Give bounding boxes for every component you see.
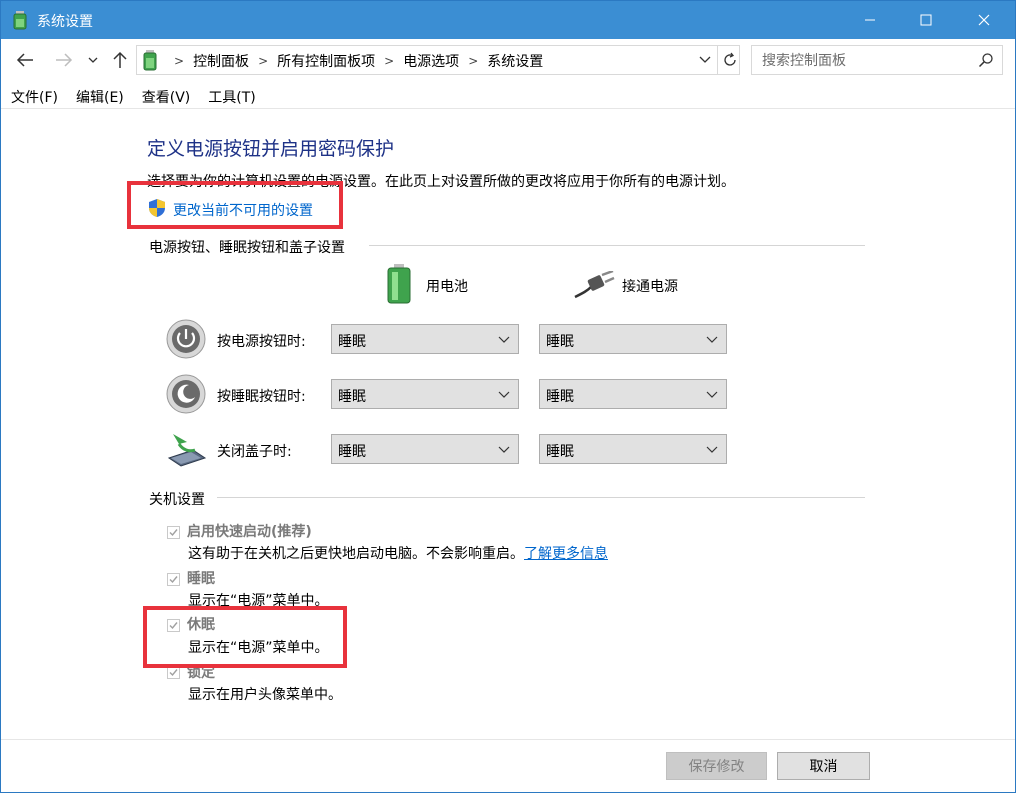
checkmark-icon	[169, 669, 178, 677]
select-value: 睡眠	[338, 444, 366, 460]
breadcrumb-item[interactable]: 电源选项	[403, 51, 459, 71]
back-button[interactable]	[14, 49, 36, 71]
lid-close-label: 关闭盖子时:	[217, 444, 292, 460]
close-icon	[978, 14, 990, 26]
maximize-icon	[920, 14, 932, 26]
chevron-down-icon	[498, 446, 510, 453]
select-value: 睡眠	[338, 334, 366, 350]
sleep-checkbox[interactable]	[167, 573, 180, 586]
menu-tools[interactable]: 工具(T)	[198, 83, 263, 108]
address-dropdown-button[interactable]	[695, 50, 715, 70]
breadcrumb-separator-icon[interactable]: >	[384, 54, 394, 68]
sleep-button-icon	[166, 374, 206, 414]
learn-more-link[interactable]: 了解更多信息	[524, 546, 608, 562]
navigation-bar: > 控制面板 > 所有控制面板项 > 电源选项 > 系统设置	[1, 39, 1015, 81]
sleep-button-battery-select[interactable]: 睡眠	[331, 379, 519, 409]
sleep-button-label: 按睡眠按钮时:	[217, 389, 306, 405]
page-title: 定义电源按钮并启用密码保护	[147, 138, 395, 160]
highlight-box	[127, 181, 343, 229]
forward-arrow-icon	[56, 53, 73, 67]
refresh-button[interactable]	[717, 46, 742, 74]
lid-close-ac-select[interactable]: 睡眠	[539, 434, 727, 464]
plug-icon	[574, 271, 615, 299]
close-button[interactable]	[961, 1, 1007, 39]
chevron-down-icon	[88, 57, 98, 63]
sleep-label: 睡眠	[187, 571, 215, 587]
address-bar[interactable]: > 控制面板 > 所有控制面板项 > 电源选项 > 系统设置	[136, 45, 740, 75]
control-panel-icon	[143, 50, 157, 71]
chevron-down-icon	[706, 391, 718, 398]
battery-column-header: 用电池	[426, 279, 468, 295]
chevron-down-icon	[498, 336, 510, 343]
refresh-icon	[724, 52, 736, 66]
minimize-button[interactable]	[847, 1, 893, 39]
minimize-icon	[865, 19, 875, 21]
back-arrow-icon	[16, 53, 33, 67]
maximize-button[interactable]	[903, 1, 949, 39]
checkmark-icon	[169, 576, 178, 584]
menu-view[interactable]: 查看(V)	[132, 83, 199, 108]
chevron-down-icon	[706, 336, 718, 343]
breadcrumb-item[interactable]: 系统设置	[487, 51, 543, 71]
select-value: 睡眠	[338, 389, 366, 405]
forward-button[interactable]	[53, 49, 75, 71]
power-button-battery-select[interactable]: 睡眠	[331, 324, 519, 354]
recent-locations-button[interactable]	[85, 49, 101, 71]
ac-column-header: 接通电源	[622, 279, 678, 295]
checkmark-icon	[169, 529, 178, 537]
select-value: 睡眠	[546, 444, 574, 460]
power-button-icon	[166, 319, 206, 359]
breadcrumb-item[interactable]: 所有控制面板项	[277, 51, 375, 71]
laptop-lid-icon	[167, 434, 207, 467]
up-arrow-icon	[113, 51, 127, 68]
breadcrumb-separator-icon[interactable]: >	[258, 54, 268, 68]
power-options-icon	[13, 11, 27, 30]
search-icon[interactable]	[978, 52, 994, 68]
breadcrumb-separator-icon[interactable]: >	[468, 54, 478, 68]
power-button-label: 按电源按钮时:	[217, 334, 306, 350]
shutdown-section-title: 关机设置	[149, 492, 205, 508]
power-button-ac-select[interactable]: 睡眠	[539, 324, 727, 354]
menu-bar: 文件(F) 编辑(E) 查看(V) 工具(T)	[1, 83, 1015, 109]
search-input[interactable]	[760, 50, 974, 72]
save-changes-button[interactable]: 保存修改	[666, 752, 767, 780]
lid-close-battery-select[interactable]: 睡眠	[331, 434, 519, 464]
fast-startup-description: 这有助于在关机之后更快地启动电脑。不会影响重启。了解更多信息	[188, 543, 608, 563]
sleep-button-ac-select[interactable]: 睡眠	[539, 379, 727, 409]
lock-description: 显示在用户头像菜单中。	[188, 687, 342, 703]
section-divider	[217, 497, 865, 498]
fast-startup-checkbox[interactable]	[167, 526, 180, 539]
menu-edit[interactable]: 编辑(E)	[66, 83, 132, 108]
cancel-button[interactable]: 取消	[777, 752, 870, 780]
system-settings-window: 系统设置 > 控制面板 > 所有控制面板项 > 电源选项 > 系统设置 搜索控制…	[0, 0, 1016, 793]
breadcrumb-item[interactable]: 控制面板	[193, 51, 249, 71]
section-divider	[369, 245, 865, 246]
chevron-down-icon	[498, 391, 510, 398]
up-button[interactable]	[109, 49, 131, 71]
breadcrumb-separator-icon: >	[174, 54, 185, 68]
title-bar[interactable]: 系统设置	[1, 1, 1015, 39]
fast-startup-label: 启用快速启动(推荐)	[187, 524, 312, 540]
power-buttons-section-title: 电源按钮、睡眠按钮和盖子设置	[149, 240, 345, 256]
search-box[interactable]	[751, 45, 1003, 75]
window-title: 系统设置	[37, 14, 93, 30]
highlight-box	[143, 606, 347, 668]
breadcrumb: > 控制面板 > 所有控制面板项 > 电源选项 > 系统设置	[165, 51, 543, 71]
battery-icon	[387, 264, 411, 304]
chevron-down-icon	[699, 56, 711, 63]
menu-file[interactable]: 文件(F)	[1, 83, 66, 108]
chevron-down-icon	[706, 446, 718, 453]
select-value: 睡眠	[546, 389, 574, 405]
fast-startup-desc-text: 这有助于在关机之后更快地启动电脑。不会影响重启。	[188, 546, 524, 562]
select-value: 睡眠	[546, 334, 574, 350]
footer-divider	[1, 739, 1015, 740]
